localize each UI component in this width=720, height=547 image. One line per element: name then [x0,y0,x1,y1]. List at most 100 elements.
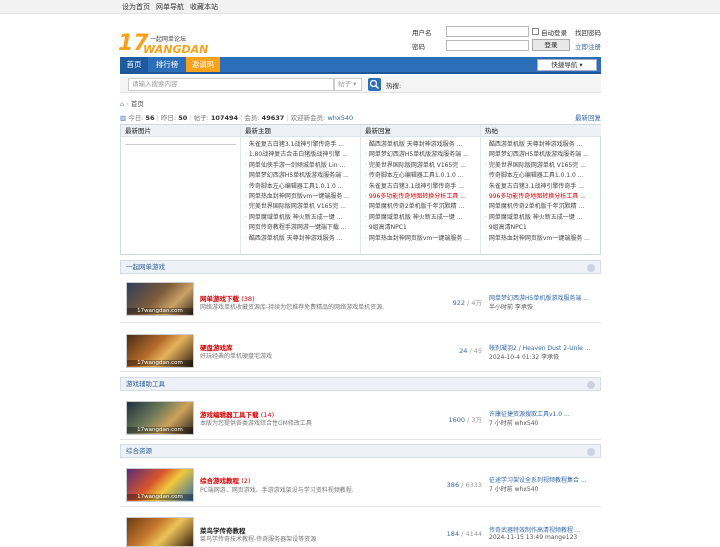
forum-last-post[interactable]: 网单梦幻西游H5单机版游戏服务端 ... [489,293,597,302]
list-item[interactable]: 1.80战神复古合击白猪版战神引擎 ... [245,150,360,160]
quick-nav-button[interactable]: 快捷导航 ▾ [537,59,597,71]
list-item[interactable]: 996多功能传奇地图转换分析工具 ... [365,192,480,202]
forum-thumbnail[interactable]: 17wangdan.com [126,282,194,316]
list-item[interactable]: 完美世界国际版网游单机 V165完 ... [365,161,480,171]
latest-threads-column: 最新主题 朱雀复古白猪3.1战神引擎传奇手 ... 1.80战神复古合击白猪版战… [241,125,361,254]
forum-last-post[interactable]: 征途学习架设全系列视频教程集合 ... [489,475,597,484]
list-item[interactable]: 酷西游单机版 天尊封神游戏服务 ... [245,234,360,244]
forum-last-post[interactable]: 帐别凝羽2 / Heaven Dust 2-Unle ... [489,343,597,352]
list-item[interactable]: 网单仙侠手游一剑倾城单机版 Lin ... [245,161,360,171]
list-item[interactable]: 网单梦幻西游H5单机版游戏服务端 ... [365,150,480,160]
list-item[interactable]: 朱雀复古白猪3.1战神引擎传奇手 ... [485,182,601,192]
search-button[interactable] [368,78,381,91]
forum-thread-count: 184 [446,530,460,538]
forum-row-editor-tools: 17wangdan.com 游戏编辑器工具下载 (14) 本版为您提供各类游戏综… [120,392,601,440]
list-item[interactable]: 网单梦幻西游H5单机版游戏服务端 ... [245,171,360,181]
login-form: 用户名 自动登录 找回密码 密码 登录 立即注册 [412,26,602,52]
list-item[interactable]: 网单梦幻西游H5单机版游戏服务端 ... [485,150,601,160]
forum-last-post[interactable]: 传奇武器特效制作高清视频教程 ... [489,525,597,534]
collapse-icon[interactable] [587,381,595,389]
forum-stats: ▥ 今日: 56 | 昨日: 50 | 帖子: 107494 | 会员: 496… [120,112,601,122]
search-input[interactable]: 请输入搜索内容 [128,78,334,91]
forum-name[interactable]: 综合游戏教程 (2) [200,475,250,485]
list-item[interactable]: 网页传奇教程手游网游一键端下载 ... [245,223,360,233]
list-item[interactable]: 网单魔域单机版 神火新五成一键 ... [245,213,360,223]
forum-description: 网络游戏单机收藏资源库-持续为您推荐免费精品的网络游戏单机资源. [200,304,385,311]
section-title: 游戏辅助工具 [126,380,165,388]
set-homepage-link[interactable]: 设为首页 [122,2,150,12]
members-count: 49637 [261,114,285,122]
login-button[interactable]: 登录 [532,39,570,51]
forum-description: 菜鸟学传奇技术教程-传奇服务器架设等资源 [200,536,317,543]
username-input[interactable] [446,26,529,37]
newest-member-label: 欢迎新会员: [290,114,326,122]
forum-post-count: 3万 [471,416,482,424]
list-item[interactable]: 网单魔机传奇2单机版千年沉默精 ... [365,202,480,212]
home-icon[interactable]: ⌂ [120,100,124,108]
search-type-select[interactable]: 帖子 ▾ [334,78,362,91]
nav-ranking[interactable]: 排行榜 [150,57,184,72]
site-nav-link[interactable]: 网单导航 [156,2,184,12]
list-item[interactable]: 网单热血封神网页版vm一键端服务 ... [485,234,601,244]
list-item[interactable]: 网单魔机传奇2单机版千年沉默精 ... [485,202,601,212]
forum-thread-count: 922 [452,299,465,307]
latest-reply-link[interactable]: 最新回复 [575,112,601,122]
password-input[interactable] [446,40,529,51]
list-item[interactable]: 朱雀复古白猪3.1战神引擎传奇手 ... [365,182,480,192]
list-item[interactable]: 完美世界国际版网游单机 V165完 ... [485,161,601,171]
newest-member-link[interactable]: whx540 [327,114,353,122]
collapse-icon[interactable] [587,264,595,272]
section-header-resources[interactable]: 综合资源 [120,444,601,458]
forum-last-meta: 2024-10-4 01:32 李承恢 [489,354,560,361]
forum-new-count: (2) [241,477,251,485]
nav-invite-code[interactable]: 邀请码 [186,57,220,72]
collapse-icon[interactable] [587,448,595,456]
section-title: 综合资源 [126,447,152,455]
forum-last-meta: 7 小时前 whx540 [489,486,539,493]
list-item[interactable]: 9组高清NPC1 [485,223,601,233]
list-item[interactable]: 网单热血封神网页版vm一键端服务 ... [245,192,360,202]
forum-thumbnail[interactable] [126,517,194,547]
forum-thumbnail[interactable]: 17wangdan.com [126,401,194,435]
forum-thumbnail[interactable]: 17wangdan.com [126,468,194,502]
latest-images-title: 最新图片 [121,125,240,137]
list-item[interactable]: 网单热血封神网页版vm一键端服务 ... [365,234,480,244]
site-logo[interactable]: 17 WANGDAN 一起网单论坛 [118,32,214,58]
password-label: 密码 [412,43,425,51]
forum-description: 本版为您提供各类游戏综合性GM修改工具 [200,420,312,427]
list-item[interactable]: 传奇脚本左心编辑器工具1.0.1.0 ... [365,171,480,181]
thumbnail-watermark: 17wangdan.com [127,360,193,366]
forum-last-post[interactable]: 许康征捷资源搜取工具v1.0 ... [489,409,597,418]
nav-home[interactable]: 首页 [120,57,148,72]
list-item[interactable]: 996多功能传奇地图转换分析工具 ... [485,192,601,202]
forgot-password-link[interactable]: 找回密码 [575,27,601,37]
section-title: 一起网单游戏 [126,263,165,271]
posts-count: 107494 [210,114,239,122]
forum-thread-count: 1600 [448,416,465,424]
list-item[interactable]: 网单魔域单机版 神火新五成一键 ... [485,213,601,223]
list-item[interactable]: 传奇脚本左心编辑器工具1.0.1.0 ... [245,182,360,192]
today-count: 56 [145,114,155,122]
breadcrumb: ⌂ › 首页 [120,100,144,108]
bookmark-link[interactable]: 收藏本站 [190,2,218,12]
forum-stats: 24 / 45 [459,347,482,355]
forum-thumbnail[interactable]: 17wangdan.com [126,334,194,368]
list-item[interactable]: 酷西游单机版 天尊封神游戏服务 ... [485,140,601,150]
auto-login-checkbox[interactable] [532,28,539,35]
forum-title: 综合游戏教程 [200,477,239,485]
breadcrumb-home[interactable]: 首页 [131,100,144,108]
latest-images-column: 最新图片 [121,125,241,254]
section-header-tools[interactable]: 游戏辅助工具 [120,377,601,391]
forum-post-count: 4144 [465,530,482,538]
section-header-games[interactable]: 一起网单游戏 [120,260,601,274]
portal-block: 最新图片 最新主题 朱雀复古白猪3.1战神引擎传奇手 ... 1.80战神复古合… [120,124,601,255]
list-item[interactable]: 网单魔域单机版 神火新五成一键 ... [365,213,480,223]
list-item[interactable]: 9组高清NPC1 [365,223,480,233]
list-item[interactable]: 朱雀复古白猪3.1战神引擎传奇手 ... [245,140,360,150]
forum-post-count: 45 [473,347,482,355]
latest-replies-title: 最新回复 [361,125,480,137]
list-item[interactable]: 酷西游单机版 天尊封神游戏服务 ... [365,140,480,150]
list-item[interactable]: 传奇脚本左心编辑器工具1.0.1.0 ... [485,171,601,181]
register-link[interactable]: 立即注册 [575,41,601,51]
list-item[interactable]: 完美世界国际版网游单机 V165完 ... [245,202,360,212]
